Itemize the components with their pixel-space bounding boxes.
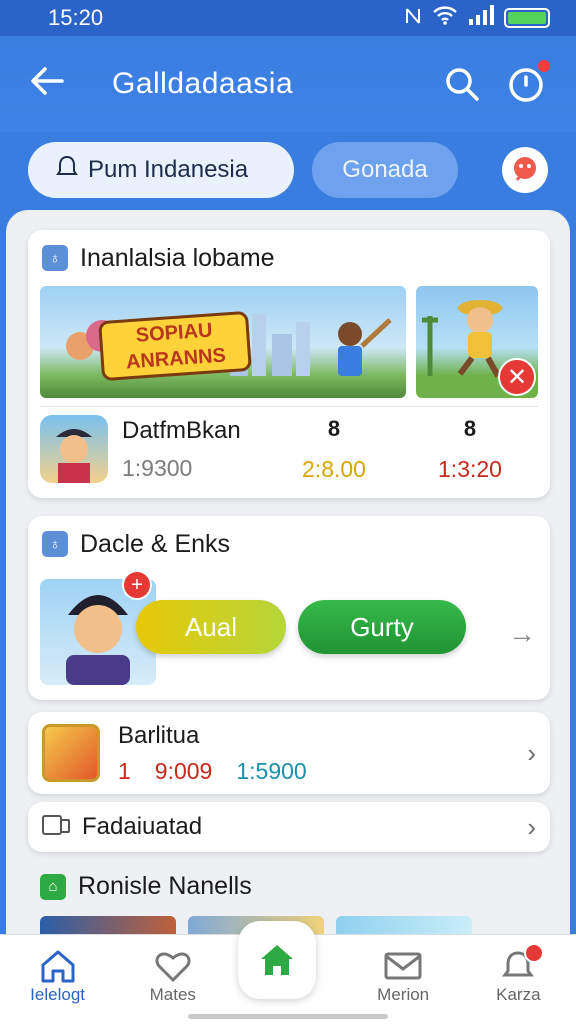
bottom-nav: Ielelogt Mates Merion Karza [0,921,576,1024]
deals-card: ♁ Dacle & Enks + Aual Gurty → [28,516,550,700]
home-icon [237,921,316,999]
deals-title: Dacle & Enks [80,529,231,558]
bell-outline-icon [56,154,78,187]
bar-item-info: Barlitua 1 9:009 1:5900 [118,722,527,785]
stat-1-bottom: 2:8.00 [302,455,366,482]
game-info: DatfmBkan 1:9300 [122,417,266,482]
nav-label-home: Ielelogt [30,985,85,1004]
section-icon: ♁ [42,245,68,271]
ronisle-header: ⌂ Ronisle Nanells [40,872,252,901]
side-banner[interactable]: ✕ [416,286,538,398]
home-indicator [188,1014,388,1019]
game-value: 1:9300 [122,454,193,481]
stat-column-2: 8 1:3:20 [402,416,538,483]
app-bar: Galldadaasia [0,36,576,132]
chevron-right-icon[interactable]: › [527,738,536,769]
section-icon: ♁ [42,531,68,557]
stat-2-top: 8 [463,415,477,441]
featured-title: Inanlalsia lobame [80,243,275,272]
bar-item-card[interactable]: Barlitua 1 9:009 1:5900 › [28,712,550,794]
stat-1-top: 8 [327,415,341,441]
search-icon[interactable] [442,64,482,104]
nav-item-merion[interactable]: Merion [353,947,453,1005]
chat-bubble-icon[interactable] [502,147,548,193]
home-outline-icon [8,947,108,985]
banner-row: SOPIAU ANRANNS ✕ [28,286,550,398]
nav-item-karza[interactable]: Karza [468,943,568,1005]
chip-primary[interactable]: Pum Indanesia [28,142,294,198]
wifi-icon [432,5,458,31]
signal-icon [468,5,494,31]
nav-label-mates: Mates [149,985,196,1004]
game-app-icon [42,724,100,782]
filter-chips: Pum Indanesia Gonada [0,132,576,208]
bar-item-stats: 1 9:009 1:5900 [118,758,527,785]
stat-column-1: 8 2:8.00 [266,416,402,483]
nav-item-mates[interactable]: Mates [123,947,223,1005]
deals-body: + Aual Gurty → [28,570,550,692]
timer-icon[interactable] [506,60,550,104]
tablet-icon [42,814,70,841]
section-icon: ⌂ [40,873,66,900]
nfc-icon [404,5,422,31]
chip-secondary-label: Gonada [342,156,428,183]
content-sheet: ♁ Inanlalsia lobame SOPIAU ANRANNS ✕ Dat… [6,210,570,944]
heart-icon [123,947,223,985]
chip-secondary[interactable]: Gonada [312,142,458,198]
game-row[interactable]: DatfmBkan 1:9300 8 2:8.00 8 1:3:20 [28,407,550,491]
fadaiuatad-title: Fadaiuatad [82,813,203,840]
yellow-action-button[interactable]: Aual [136,600,286,654]
mail-icon [353,947,453,985]
green-action-button[interactable]: Gurty [298,600,466,654]
nav-label-merion: Merion [377,985,430,1004]
bell-icon [468,947,568,985]
ronisle-title: Ronisle Nanells [78,872,252,900]
chevron-right-icon[interactable]: › [527,812,536,843]
fadaiuatad-card[interactable]: Fadaiuatad › [28,802,550,852]
featured-header: ♁ Inanlalsia lobame [28,230,550,286]
bar-stat-1: 1 [118,757,131,784]
stat-2-bottom: 1:3:20 [438,455,502,482]
banner-logo: SOPIAU ANRANNS [98,310,252,382]
status-icons [404,5,550,31]
nav-label-karza: Karza [496,985,541,1004]
close-icon[interactable]: ✕ [498,358,536,396]
chip-primary-label: Pum Indanesia [88,156,249,183]
featured-banner[interactable]: SOPIAU ANRANNS [40,286,406,398]
notification-dot [538,60,550,72]
back-arrow-icon[interactable] [30,63,80,105]
bar-stat-3: 1:5900 [236,757,307,784]
status-bar: 15:20 [0,0,576,36]
game-name: DatfmBkan [122,416,241,444]
featured-card: ♁ Inanlalsia lobame SOPIAU ANRANNS ✕ Dat… [28,230,550,498]
deals-header: ♁ Dacle & Enks [28,516,550,572]
status-time: 15:20 [48,5,104,30]
game-thumbnail [40,415,108,483]
bar-stat-2: 9:009 [154,757,213,784]
add-badge[interactable]: + [122,570,152,600]
bar-item-name: Barlitua [118,721,200,749]
nav-item-home[interactable]: Ielelogt [8,947,108,1005]
nav-item-center[interactable] [237,921,338,999]
page-title: Galldadaasia [112,67,294,100]
arrow-right-icon[interactable]: → [508,618,536,650]
banner-logo-line2: ANRANNS [125,344,227,374]
battery-icon [504,8,550,28]
